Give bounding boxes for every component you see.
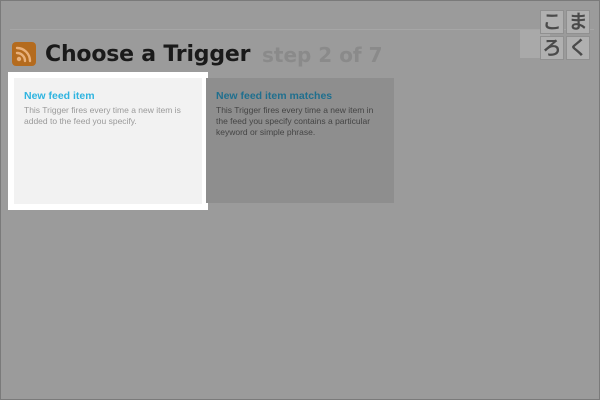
page-header: Choose a Trigger — [12, 40, 250, 68]
trigger-title: New feed item matches — [216, 90, 333, 102]
page-title: Choose a Trigger — [45, 41, 251, 67]
trigger-option-new-feed-item[interactable]: New feed item This Trigger fires every t… — [14, 78, 202, 204]
step-indicator: step 2 of 7 — [262, 43, 383, 67]
logo-char: く — [566, 36, 590, 60]
header-divider — [10, 29, 594, 30]
trigger-option-new-feed-item-matches[interactable]: New feed item matches This Trigger fires… — [206, 78, 394, 203]
site-logo: こ ま ろ く — [540, 10, 592, 62]
trigger-description: This Trigger fires every time a new item… — [24, 105, 181, 126]
logo-char: ま — [566, 10, 590, 34]
trigger-title: New feed item — [24, 90, 95, 102]
trigger-description: This Trigger fires every time a new item… — [216, 105, 374, 137]
rss-feed-icon — [12, 42, 36, 66]
logo-char: ろ — [540, 36, 564, 60]
logo-char: こ — [540, 10, 564, 34]
